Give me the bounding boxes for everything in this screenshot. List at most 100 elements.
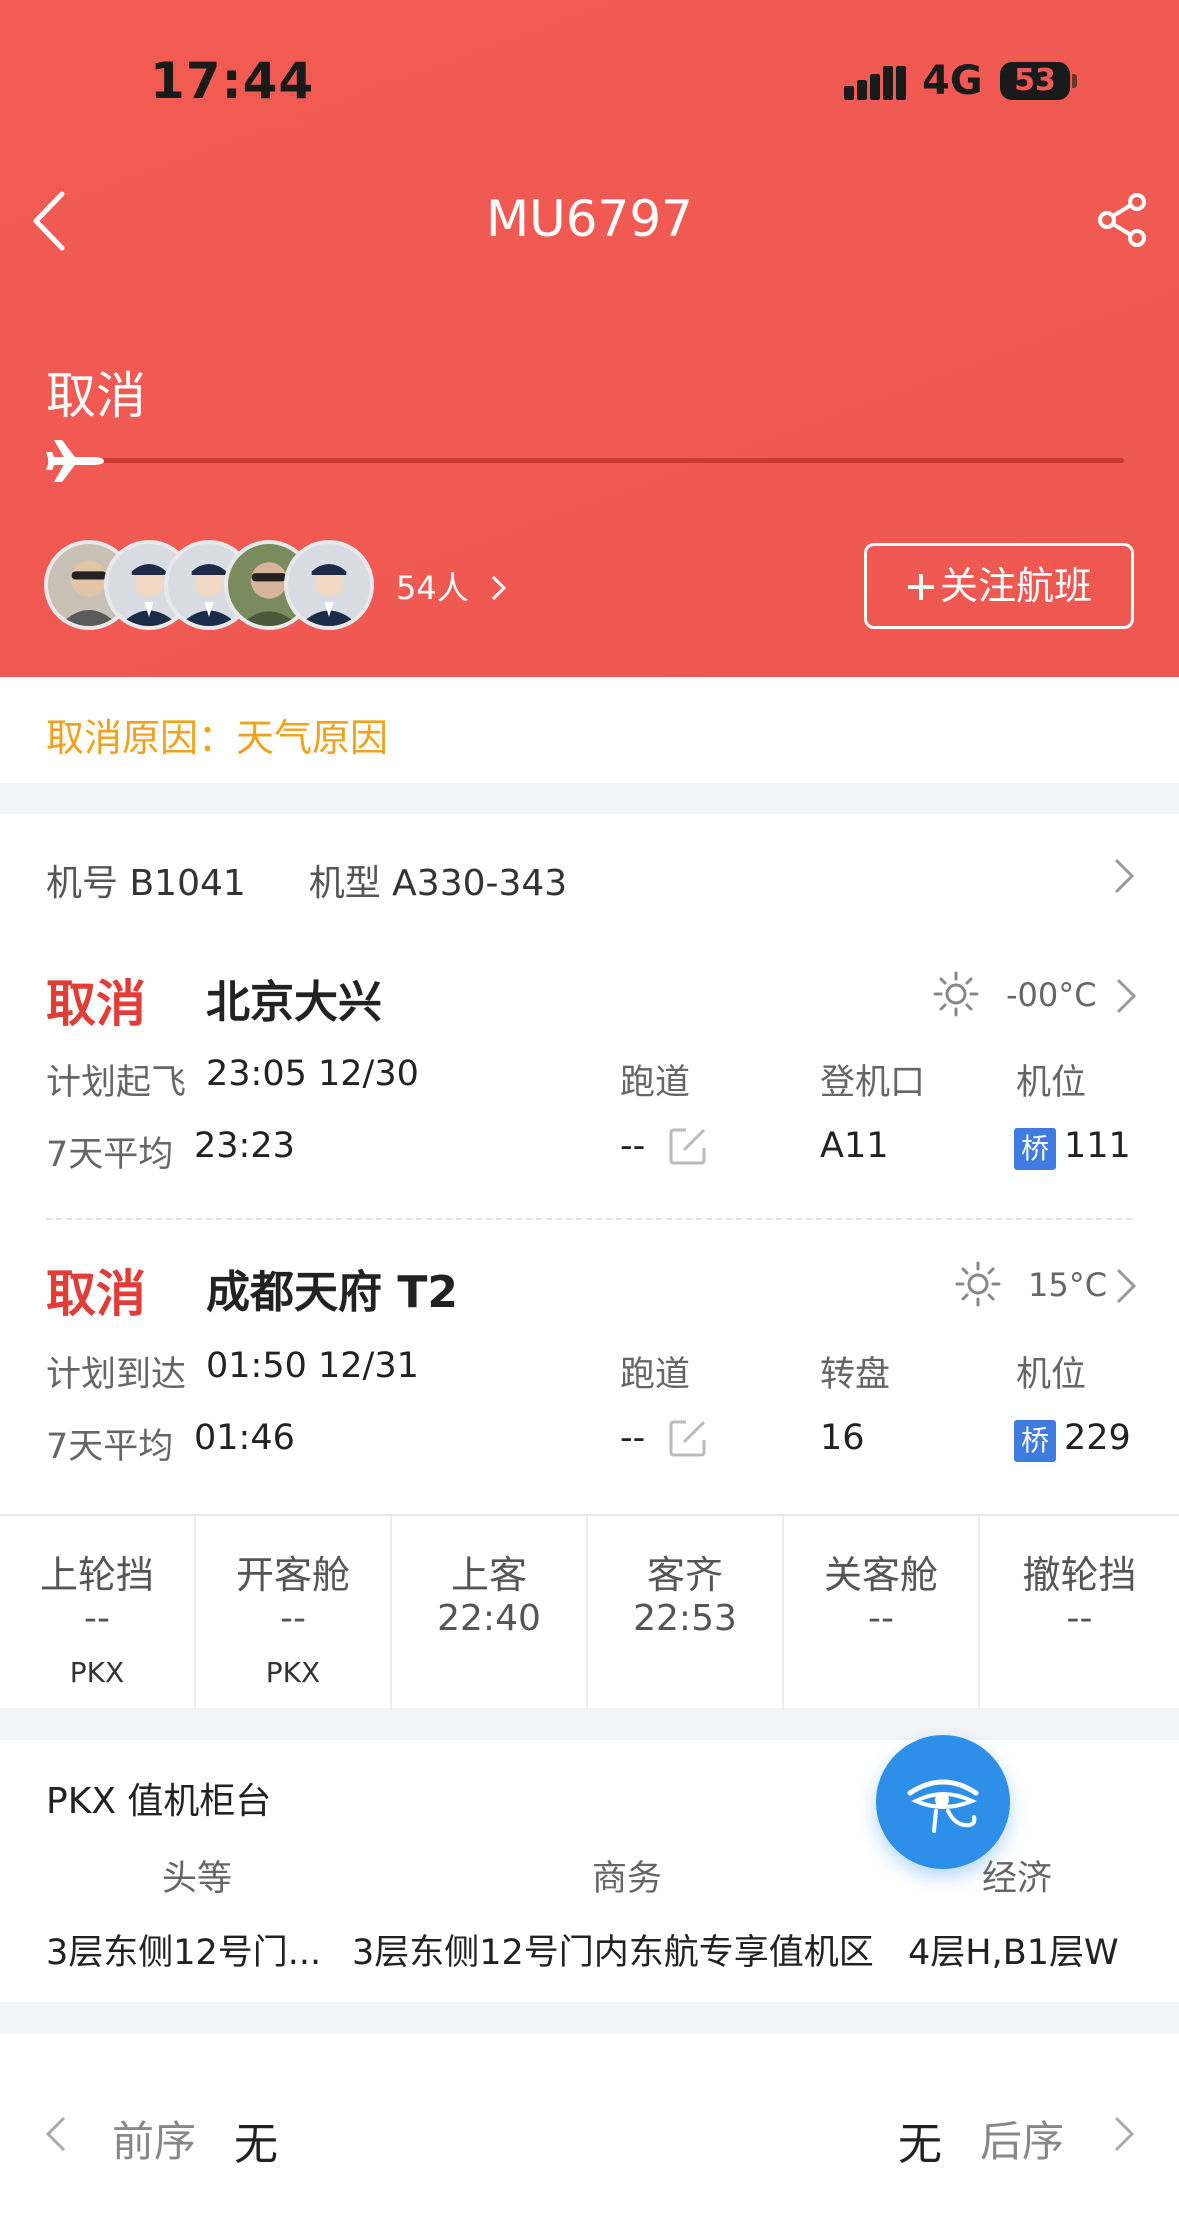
arrival-stand: 229 xyxy=(1064,1418,1131,1458)
reg-label: 机号 xyxy=(46,863,119,904)
gate-label: 登机口 xyxy=(820,1063,926,1103)
carousel: 16 xyxy=(820,1418,865,1458)
avg-label: 7天平均 xyxy=(46,1427,174,1467)
bridge-badge: 桥 xyxy=(1014,1128,1056,1170)
reg-value: B1041 xyxy=(129,863,246,904)
arrival-temp: 15°C xyxy=(1028,1266,1108,1304)
timeline-time: -- xyxy=(868,1598,894,1639)
avg-arrival: 01:46 xyxy=(194,1418,295,1458)
flight-header: 17:44 4G 53 MU6797 取消 54人 关注航班 xyxy=(0,0,1179,677)
plus-icon xyxy=(907,574,934,600)
network-type: 4G xyxy=(922,58,983,104)
chevron-right-icon[interactable] xyxy=(1114,976,1138,1016)
departure-temp: -00°C xyxy=(1006,976,1097,1014)
timeline-label: 上轮挡 xyxy=(39,1553,154,1597)
ground-timeline: 上轮挡 -- PKX 开客舱 -- PKX 上客 22:40 客齐 22:53 … xyxy=(0,1514,1179,1710)
edit-icon[interactable] xyxy=(668,1126,708,1166)
followers-label: 54人 xyxy=(396,569,469,607)
battery-icon: 53 xyxy=(1000,62,1070,100)
runway-label: 跑道 xyxy=(620,1355,691,1395)
share-icon[interactable] xyxy=(1095,192,1151,248)
checkin-title: PKX 值机柜台 xyxy=(46,1781,272,1822)
timeline-time: -- xyxy=(280,1598,306,1639)
avatar xyxy=(284,540,374,630)
flight-info-card: 机号 B1041 机型 A330-343 取消 北京大兴 -00°C 计划起飞 … xyxy=(0,814,1179,1514)
timeline-item: 上轮挡 -- PKX xyxy=(0,1516,196,1710)
economy-class-counter: 4层H,B1层W xyxy=(908,1933,1119,1973)
departure-runway: -- xyxy=(620,1126,646,1166)
chevron-right-icon xyxy=(491,575,507,601)
timeline-item: 开客舱 -- PKX xyxy=(196,1516,392,1710)
timeline-time: -- xyxy=(84,1598,110,1639)
signal-icon xyxy=(844,66,906,100)
aircraft-info[interactable]: 机号 B1041 机型 A330-343 xyxy=(46,854,567,906)
timeline-time: -- xyxy=(1066,1598,1093,1639)
timeline-item: 关客舱 -- xyxy=(784,1516,980,1710)
timeline-label: 撤轮挡 xyxy=(1022,1553,1137,1597)
previous-flight-label[interactable]: 前序 xyxy=(112,2108,196,2169)
sun-icon xyxy=(933,971,979,1017)
first-class-counter: 3层东侧12号门... xyxy=(46,1933,322,1973)
arrival-status: 取消 xyxy=(46,1265,146,1323)
timeline-label: 开客舱 xyxy=(235,1553,350,1597)
scheduled-arrival-label: 计划到达 xyxy=(46,1355,187,1395)
chevron-left-icon[interactable] xyxy=(44,2114,68,2154)
bridge-badge: 桥 xyxy=(1014,1420,1056,1462)
timeline-item: 上客 22:40 xyxy=(392,1516,588,1710)
stand-label: 机位 xyxy=(1016,1063,1087,1103)
timeline-label: 客齐 xyxy=(646,1553,723,1597)
timeline-label: 关客舱 xyxy=(823,1553,938,1597)
arrival-runway: -- xyxy=(620,1418,646,1458)
timeline-label: 上客 xyxy=(450,1553,527,1597)
chevron-right-icon[interactable] xyxy=(1114,1266,1138,1306)
carousel-label: 转盘 xyxy=(820,1355,891,1395)
timeline-airport: PKX xyxy=(265,1656,321,1689)
eye-of-horus-icon xyxy=(907,1779,979,1833)
timeline-item: 撤轮挡 -- xyxy=(980,1516,1179,1710)
nav-bar: MU6797 xyxy=(0,180,1179,260)
chevron-right-icon[interactable] xyxy=(1112,856,1136,896)
flight-sequence: 前序 无 无 后序 xyxy=(0,2034,1179,2215)
chevron-right-icon[interactable] xyxy=(1112,2114,1136,2154)
follow-flight-button[interactable]: 关注航班 xyxy=(864,543,1134,629)
progress-track xyxy=(94,458,1124,463)
avg-label: 7天平均 xyxy=(46,1135,174,1175)
battery-tip xyxy=(1072,74,1077,88)
avg-departure: 23:23 xyxy=(194,1126,295,1166)
floating-action-button[interactable] xyxy=(876,1735,1010,1869)
plane-icon xyxy=(46,440,104,482)
type-value: A330-343 xyxy=(392,863,568,904)
timeline-item: 客齐 22:53 xyxy=(588,1516,784,1710)
status-bar: 17:44 4G 53 xyxy=(0,52,1179,112)
scheduled-departure-label: 计划起飞 xyxy=(46,1063,187,1103)
follow-label: 关注航班 xyxy=(939,564,1092,608)
first-class-label: 头等 xyxy=(162,1859,233,1899)
status-time: 17:44 xyxy=(150,52,315,110)
stand-label: 机位 xyxy=(1016,1355,1087,1395)
departure-city: 北京大兴 xyxy=(206,977,382,1028)
timeline-airport: PKX xyxy=(69,1656,125,1689)
gate: A11 xyxy=(820,1126,889,1166)
departure-stand: 111 xyxy=(1064,1126,1131,1166)
runway-label: 跑道 xyxy=(620,1063,691,1103)
next-flight-label[interactable]: 后序 xyxy=(980,2108,1064,2169)
timeline-time: 22:40 xyxy=(437,1598,541,1639)
arrival-city: 成都天府 T2 xyxy=(206,1267,458,1318)
edit-icon[interactable] xyxy=(668,1418,708,1458)
business-class-counter: 3层东侧12号门内东航专享值机区 xyxy=(352,1933,874,1973)
sun-icon xyxy=(955,1261,1001,1307)
next-flight-value: 无 xyxy=(898,2119,942,2170)
cancel-reason: 取消原因：天气原因 xyxy=(0,677,1179,783)
divider xyxy=(46,1218,1132,1220)
business-class-label: 商务 xyxy=(592,1859,663,1899)
scheduled-arrival: 01:50 12/31 xyxy=(206,1346,419,1386)
scheduled-departure: 23:05 12/30 xyxy=(206,1054,419,1094)
timeline-time: 22:53 xyxy=(633,1598,737,1639)
flight-progress xyxy=(44,436,1130,486)
page-title: MU6797 xyxy=(486,190,693,248)
type-label: 机型 xyxy=(308,863,381,904)
previous-flight-value: 无 xyxy=(234,2119,278,2170)
departure-status: 取消 xyxy=(46,975,146,1033)
followers-count[interactable]: 54人 xyxy=(396,563,507,609)
flight-status: 取消 xyxy=(46,367,146,425)
